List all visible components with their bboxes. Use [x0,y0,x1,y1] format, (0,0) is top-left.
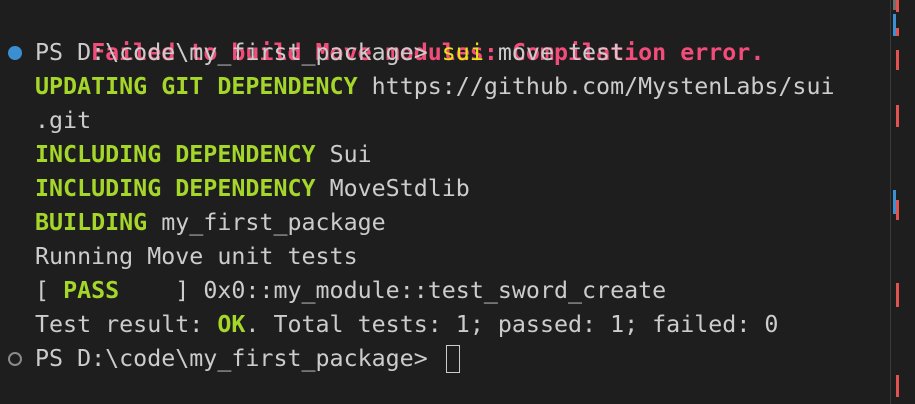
test-pass-line: [ PASS ] 0x0::my_module::test_sword_crea… [35,274,666,308]
building-label: BUILDING [35,209,148,236]
error-scroll-mark [896,200,899,220]
test-result-line: Test result: OK. Total tests: 1; passed:… [35,308,778,342]
error-scroll-mark [896,28,899,36]
pass-bracket-close: ] [119,277,204,304]
result-summary: . Total tests: 1; passed: 1; failed: 0 [245,311,779,338]
error-scroll-mark [896,105,899,127]
updating-label: UPDATING GIT DEPENDENCY [35,73,358,100]
running-text: Running Move unit tests [35,243,358,270]
error-scroll-mark [896,283,899,307]
current-prompt-text: PS D:\code\my_first_package> [35,345,428,372]
updating-line: UPDATING GIT DEPENDENCY https://github.c… [35,70,835,104]
error-line: Failed to build Move modules: Compilatio… [35,2,764,66]
including-line-2: INCLUDING DEPENDENCY MoveStdlib [35,172,470,206]
updating-url-suffix: .git [35,107,92,134]
current-prompt-line[interactable]: PS D:\code\my_first_package> [35,342,460,376]
building-line: BUILDING my_first_package [35,206,386,240]
updating-url: https://github.com/MystenLabs/sui [371,73,835,100]
pass-bracket-open: [ [35,277,64,304]
including-label: INCLUDING DEPENDENCY [35,175,316,202]
overview-ruler[interactable] [890,0,915,404]
dependency-name: Sui [329,141,372,168]
terminal-output[interactable]: Failed to build Move modules: Compilatio… [0,0,890,404]
test-name: 0x0::my_module::test_sword_create [203,277,667,304]
result-label: Test result: [35,311,218,338]
prompt-text: PS D:\code\my_first_package> [35,39,428,66]
including-line-1: INCLUDING DEPENDENCY Sui [35,138,372,172]
command-args: move test [497,39,625,66]
block-cursor [445,345,460,373]
including-label: INCLUDING DEPENDENCY [35,141,316,168]
updating-line-wrap: .git [35,104,91,138]
error-scroll-mark [896,50,899,70]
pass-status: PASS [63,277,120,304]
result-status: OK [217,311,246,338]
ruler-border [890,0,891,404]
error-scroll-mark [896,0,899,12]
command-success-circle-icon[interactable] [8,46,22,60]
command-scroll-mark [893,14,896,36]
command-line: PS D:\code\my_first_package> sui move te… [35,36,624,70]
dependency-name: MoveStdlib [329,175,470,202]
command-name: sui [441,39,484,66]
command-idle-circle-icon[interactable] [8,352,22,366]
error-scroll-mark [896,375,899,397]
building-target: my_first_package [161,209,386,236]
running-line: Running Move unit tests [35,240,358,274]
